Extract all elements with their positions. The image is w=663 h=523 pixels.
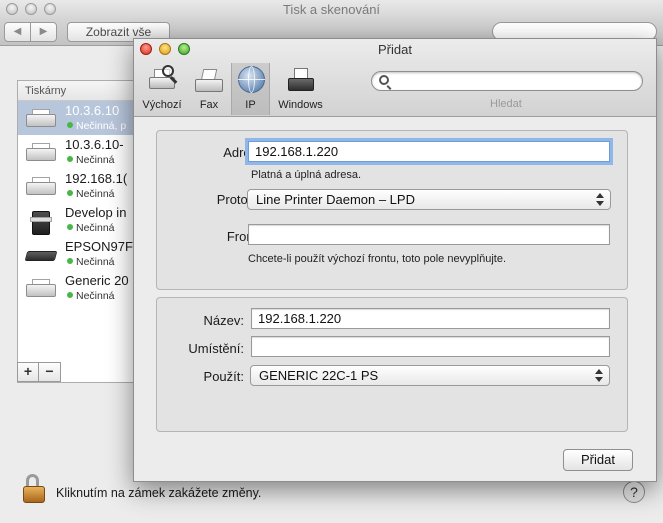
status-dot-icon — [67, 190, 73, 196]
printer-icon — [26, 177, 56, 197]
printer-name: Generic 20 — [65, 273, 129, 288]
printer-item[interactable]: 10.3.6.10- Nečinná — [18, 135, 134, 169]
popup-arrows-icon — [595, 369, 603, 382]
status-dot-icon — [67, 292, 73, 298]
printer-name: 10.3.6.10- — [65, 137, 124, 152]
popup-arrows-icon — [596, 193, 604, 206]
printer-status: Nečinná — [67, 222, 135, 234]
location-field[interactable] — [251, 336, 610, 357]
epson-printer-icon — [24, 245, 58, 265]
toolbar-label: Windows — [278, 99, 323, 111]
printer-name: 10.3.6.10 — [65, 103, 120, 118]
printer-icon — [26, 109, 56, 129]
use-label: Použít: — [203, 369, 244, 384]
driver-value: GENERIC 22C-1 PS — [259, 368, 379, 383]
status-dot-icon — [67, 224, 73, 230]
printer-status: Nečinná — [67, 188, 135, 200]
printer-item[interactable]: Develop in Nečinná — [18, 203, 134, 237]
default-printer-icon — [147, 65, 178, 95]
printer-name: 192.168.1( — [65, 171, 128, 186]
lock-message: Kliknutím na zámek zakážete změny. — [56, 486, 262, 500]
toolbar-label: Výchozí — [142, 99, 182, 111]
dialog-toolbar: Přidat Výchozí Fax IP Windows Hledat — [134, 39, 656, 117]
printer-status: Nečinná — [67, 290, 135, 302]
dialog-title: Přidat — [378, 42, 412, 57]
add-button[interactable]: Přidat — [563, 449, 633, 471]
status-dot-icon — [67, 156, 73, 162]
toolbar-windows[interactable]: Windows — [273, 63, 328, 115]
fax-icon — [194, 65, 224, 95]
driver-popup[interactable]: GENERIC 22C-1 PS — [250, 365, 610, 386]
protocol-popup[interactable]: Line Printer Daemon – LPD — [247, 189, 611, 210]
name-label: Název: — [203, 313, 244, 328]
queue-hint: Chcete-li použít výchozí frontu, toto po… — [248, 253, 507, 265]
address-field[interactable]: 192.168.1.220 — [248, 141, 610, 162]
help-button[interactable]: ? — [623, 481, 645, 503]
back-arrow-icon[interactable]: ◀ — [5, 23, 30, 41]
printers-list-header: Tiskárny — [18, 81, 134, 101]
printer-item[interactable]: EPSON97F6 Nečinná — [18, 237, 135, 271]
windows-printer-icon — [286, 65, 316, 95]
add-printer-button[interactable]: + — [17, 362, 39, 382]
printer-name: Develop in — [65, 205, 127, 220]
printer-status: Nečinná, p — [67, 120, 135, 132]
toolbar-label: IP — [245, 99, 256, 111]
printer-item[interactable]: Generic 20 Nečinná — [18, 271, 134, 305]
add-printer-dialog: Přidat Výchozí Fax IP Windows Hledat Adr… — [133, 38, 657, 482]
lock-icon[interactable] — [23, 474, 45, 504]
location-label: Umístění: — [188, 341, 244, 356]
copier-icon — [26, 211, 56, 235]
title-bar: Tisk a skenování — [0, 0, 663, 20]
remove-printer-button[interactable]: − — [39, 362, 61, 382]
printer-icon — [26, 279, 56, 299]
toolbar-label: Fax — [199, 99, 219, 111]
printer-status: Nečinná — [67, 154, 135, 166]
printer-name: EPSON97F6 — [65, 239, 135, 254]
printers-list: Tiskárny 10.3.6.10 Nečinná, p 10.3.6.10-… — [17, 80, 135, 383]
nav-segment: ◀ ▶ — [4, 22, 57, 42]
status-dot-icon — [67, 122, 73, 128]
toolbar-ip[interactable]: IP — [231, 63, 270, 115]
forward-arrow-icon[interactable]: ▶ — [30, 23, 56, 41]
queue-field[interactable] — [248, 224, 610, 245]
protocol-value: Line Printer Daemon – LPD — [256, 192, 415, 207]
toolbar-fax[interactable]: Fax — [190, 63, 228, 115]
name-field[interactable]: 192.168.1.220 — [251, 308, 610, 329]
search-icon — [379, 75, 389, 85]
search-label: Hledat — [490, 98, 522, 110]
printer-status: Nečinná — [67, 256, 135, 268]
window-title: Tisk a skenování — [282, 2, 381, 17]
printer-item[interactable]: 10.3.6.10 Nečinná, p — [18, 101, 134, 135]
printers-list-footer: + − — [17, 362, 61, 382]
status-dot-icon — [67, 258, 73, 264]
toolbar-default[interactable]: Výchozí — [139, 63, 185, 115]
address-hint: Platná a úplná adresa. — [251, 169, 362, 181]
printer-search-field[interactable] — [371, 71, 643, 91]
globe-icon — [236, 65, 266, 95]
printer-icon — [26, 143, 56, 163]
printer-item[interactable]: 192.168.1( Nečinná — [18, 169, 134, 203]
